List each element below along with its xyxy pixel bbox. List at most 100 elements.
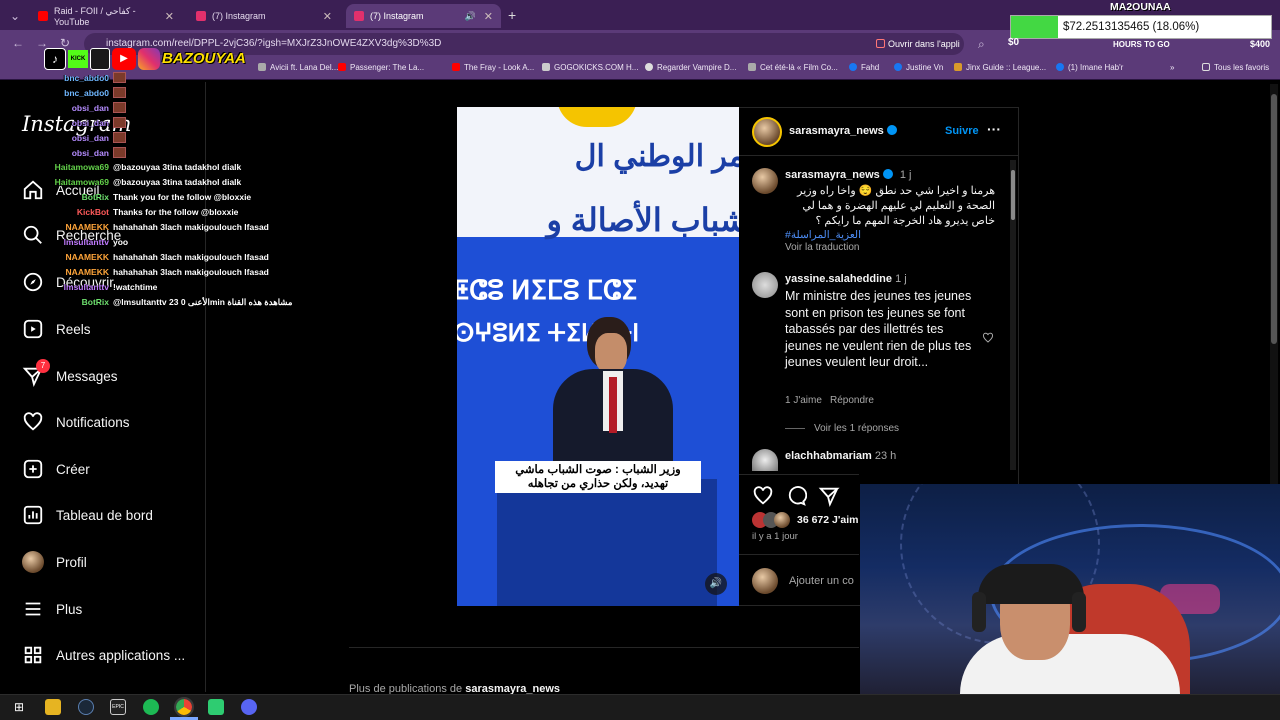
new-tab-button[interactable]: +	[508, 7, 516, 23]
page-scrollbar-thumb[interactable]	[1271, 94, 1277, 344]
comment-author[interactable]: yassine.salaheddine 1 j	[785, 273, 907, 285]
bookmark-item[interactable]: Regarder Vampire D...	[645, 63, 736, 72]
caption-text: هرمنا و اخيرا شي حد نطق 😌 واخا راه وزير …	[797, 185, 995, 227]
page-icon	[954, 63, 962, 71]
tab-instagram-1[interactable]: (7) Instagram ✕	[188, 4, 340, 28]
chrome-icon[interactable]	[174, 697, 194, 717]
nav-dashboard[interactable]: Tableau de bord	[22, 502, 153, 528]
divider	[349, 647, 859, 648]
caption-hashtag[interactable]: #العزية_المراسلة	[785, 229, 861, 241]
nav-other-apps[interactable]: Autres applications ...	[22, 642, 185, 668]
bookmark-label: Avicii ft. Lana Del...	[270, 63, 339, 72]
all-bookmarks[interactable]: Tous les favoris	[1202, 63, 1269, 72]
nav-more[interactable]: Plus	[22, 596, 82, 622]
tab-search-icon[interactable]: ⌄	[10, 9, 20, 23]
comments-scrollbar[interactable]	[1010, 160, 1016, 470]
discord-icon[interactable]	[241, 699, 257, 715]
nav-messages[interactable]: 7 Messages	[22, 359, 118, 389]
comment-like-icon[interactable]	[982, 332, 994, 344]
caption-author[interactable]: sarasmayra_news 1 j	[785, 169, 911, 181]
chat-username: Haitamowa69	[54, 177, 109, 187]
bookmark-label: Regarder Vampire D...	[657, 63, 737, 72]
app-icon[interactable]	[208, 699, 224, 715]
bookmark-label: Tous les favoris	[1214, 63, 1270, 72]
author-avatar[interactable]	[752, 117, 782, 147]
bookmark-item[interactable]: The Fray - Look A...	[452, 63, 534, 72]
chat-message: obsi_dan	[0, 102, 126, 113]
channel-name: BAZOUYAA	[162, 50, 246, 67]
windows-start-icon[interactable]: ⊞	[11, 699, 27, 715]
comment-author[interactable]: elachhabmariam 23 h	[785, 450, 896, 462]
scrollbar-thumb[interactable]	[1011, 170, 1015, 220]
file-explorer-icon[interactable]	[45, 699, 61, 715]
chat-text: Thanks for the follow @bloxxie	[113, 207, 239, 217]
nav-reels[interactable]: Reels	[22, 316, 91, 342]
open-in-app-button[interactable]: Ouvrir dans l'appli	[876, 39, 960, 49]
podium	[497, 479, 717, 606]
follow-button[interactable]: Suivre	[945, 125, 979, 137]
mute-toggle-icon[interactable]: 🔊	[705, 573, 727, 595]
bookmark-item[interactable]: GOGOKICKS.COM H...	[542, 63, 638, 72]
nav-label: Notifications	[56, 414, 130, 430]
bookmark-item[interactable]: Passenger: The La...	[338, 63, 424, 72]
author-name[interactable]: sarasmayra_news	[789, 125, 897, 137]
chat-emote-icon	[113, 147, 126, 158]
chat-username: obsi_dan	[71, 103, 109, 113]
reel-video[interactable]: مر الوطني ال شباب الأصالة و ⵟⵛⵓ ⵍⵉⵎⵓ ⵎⵛⵉ…	[457, 107, 739, 606]
chat-username: Haitamowa69	[54, 162, 109, 172]
tab-youtube[interactable]: Raid - FOII / كفاحي - YouTube ✕	[30, 4, 182, 28]
close-tab-icon[interactable]: ✕	[484, 10, 493, 23]
speaker-icon[interactable]: 🔊	[465, 11, 476, 22]
nav-profile[interactable]: Profil	[22, 549, 87, 575]
tab-instagram-active[interactable]: (7) Instagram 🔊 ✕	[346, 4, 501, 28]
back-icon[interactable]: ←	[12, 36, 24, 50]
nav-create[interactable]: Créer	[22, 456, 90, 482]
liked-by-avatars	[752, 512, 796, 528]
reply-button[interactable]: Répondre	[830, 395, 874, 406]
profile-avatar	[22, 551, 44, 573]
nav-notifications[interactable]: Notifications	[22, 409, 130, 435]
see-translation-link[interactable]: Voir la traduction	[785, 242, 860, 253]
bookmark-item[interactable]: Avicii ft. Lana Del...	[258, 63, 338, 72]
like-icon[interactable]	[752, 485, 774, 507]
bookmark-item[interactable]: Fahd	[849, 63, 879, 72]
bookmark-item[interactable]: Jinx Guide :: League...	[954, 63, 1046, 72]
epic-games-icon[interactable]: EPIC	[110, 699, 126, 715]
chat-username: lmsultanttv	[63, 237, 109, 247]
youtube-icon	[38, 11, 48, 21]
subtitle-line-1: وزير الشباب : صوت الشباب ماشي	[515, 464, 681, 476]
spotify-icon[interactable]	[143, 699, 159, 715]
bookmark-item[interactable]: Cet été-là « Film Co...	[748, 63, 838, 72]
comment-avatar[interactable]	[752, 272, 778, 298]
comment-icon[interactable]	[785, 485, 807, 507]
caption-avatar[interactable]	[752, 168, 778, 194]
more-options-icon[interactable]: ···	[987, 121, 1001, 137]
nav-label: Messages	[56, 368, 118, 384]
bookmark-label: Passenger: The La...	[350, 63, 425, 72]
chat-username: BotRix	[81, 192, 109, 202]
chat-emote-icon	[113, 72, 126, 83]
comment-avatar[interactable]	[752, 449, 778, 471]
share-icon[interactable]	[818, 485, 840, 507]
add-comment-input[interactable]: Ajouter un co	[789, 575, 854, 587]
zoom-icon[interactable]: ⌕	[978, 37, 985, 52]
messages-badge: 7	[36, 359, 50, 373]
comment-author-text: yassine.salaheddine	[785, 273, 892, 285]
bookmark-item[interactable]: Justine Vn	[894, 63, 943, 72]
nav-label: Profil	[56, 554, 87, 570]
chat-username: BotRix	[81, 297, 109, 307]
comment-likes[interactable]: 1 J'aime	[785, 395, 822, 406]
divider	[739, 155, 1019, 156]
chat-message: Haitamowa69 @bazouyaa 3tina tadakhol dial…	[0, 162, 242, 172]
close-tab-icon[interactable]: ✕	[323, 10, 332, 23]
like-count[interactable]: 36 672 J'aim	[797, 514, 858, 526]
globe-icon	[258, 63, 266, 71]
divider	[739, 474, 859, 475]
goal-amount: $72.2513135465 (18.06%)	[1063, 21, 1200, 33]
bookmark-item[interactable]: (1) Imane Hab'r	[1056, 63, 1123, 72]
close-tab-icon[interactable]: ✕	[165, 10, 174, 23]
more-bookmarks-icon[interactable]: »	[1170, 63, 1174, 72]
chat-text: hahahahah 3lach makigoulouch lfasad	[113, 252, 269, 262]
view-replies-link[interactable]: Voir les 1 réponses	[814, 423, 899, 434]
steam-icon[interactable]	[78, 699, 94, 715]
